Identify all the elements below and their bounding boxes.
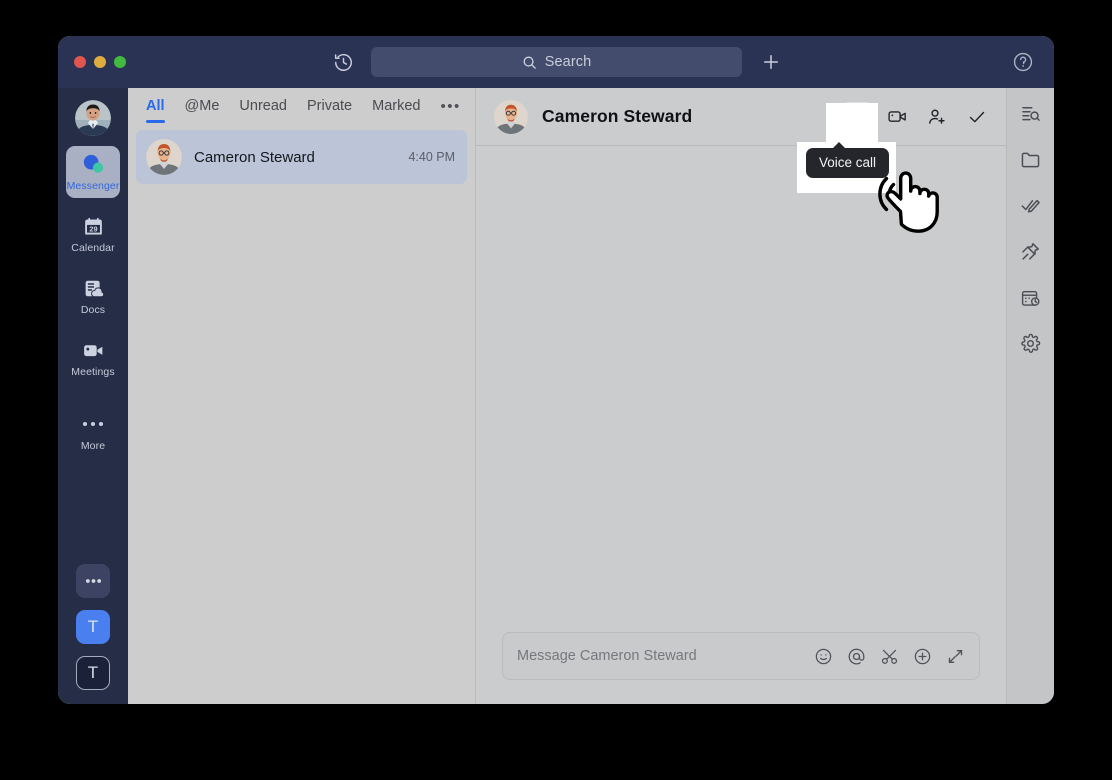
workspace-badge-label: T <box>87 617 99 636</box>
attach-more-button[interactable] <box>913 647 932 666</box>
tab-all[interactable]: All <box>146 98 165 123</box>
screenshot-button[interactable] <box>880 647 899 666</box>
window-body: Messenger 29 Calendar Docs Meetings More… <box>58 88 1054 704</box>
mention-button[interactable] <box>847 647 866 666</box>
app-window: Search Messenger 29 Calendar Docs Meetin… <box>58 36 1054 704</box>
tooltip-label: Voice call <box>819 155 877 170</box>
plus-icon[interactable] <box>758 49 784 75</box>
docs-icon <box>83 277 104 299</box>
list-item-title: Cameron Steward <box>194 148 315 166</box>
ellipsis-icon <box>81 413 105 435</box>
minimize-window-button[interactable] <box>94 56 106 68</box>
video-call-button[interactable] <box>882 102 912 132</box>
search-placeholder: Search <box>544 54 592 70</box>
mark-done-button[interactable] <box>962 102 992 132</box>
tasks-button[interactable] <box>1018 192 1044 218</box>
rail-bottom-group: T T <box>58 564 128 690</box>
left-nav-rail: Messenger 29 Calendar Docs Meetings More… <box>58 88 128 704</box>
schedule-button[interactable] <box>1018 284 1044 310</box>
clock-history-icon[interactable] <box>330 49 356 75</box>
workspace-badge-label: T <box>87 663 99 682</box>
search-messages-button[interactable] <box>1018 100 1044 126</box>
messenger-icon <box>81 153 105 175</box>
conversation-filter-tabs: All @Me Unread Private Marked ••• <box>128 88 475 126</box>
list-item[interactable]: Cameron Steward 4:40 PM <box>136 130 467 184</box>
page-title: Cameron Steward <box>542 106 693 126</box>
chat-header: Cameron Steward <box>476 88 1006 146</box>
settings-button[interactable] <box>1018 330 1044 356</box>
files-button[interactable] <box>1018 146 1044 172</box>
help-circle-icon[interactable] <box>1010 49 1036 75</box>
close-window-button[interactable] <box>74 56 86 68</box>
conversation-list-panel: All @Me Unread Private Marked ••• Camero… <box>128 88 476 704</box>
expand-composer-button[interactable] <box>946 647 965 666</box>
search-input[interactable]: Search <box>371 47 742 77</box>
sidebar-item-calendar[interactable]: 29 Calendar <box>66 208 120 260</box>
avatar[interactable] <box>75 100 111 136</box>
sidebar-item-label: Meetings <box>71 366 115 378</box>
message-input-placeholder: Message Cameron Steward <box>517 648 697 664</box>
tooltip-voice-call: Voice call <box>806 142 890 178</box>
tab-more[interactable]: ••• <box>440 98 460 124</box>
avatar <box>146 139 182 175</box>
sidebar-item-docs[interactable]: Docs <box>66 270 120 322</box>
composer-area: Message Cameron Steward <box>476 632 1006 704</box>
list-item-timestamp: 4:40 PM <box>408 150 455 164</box>
composer-toolbar <box>814 647 965 666</box>
tab-unread[interactable]: Unread <box>239 98 287 123</box>
tab-private[interactable]: Private <box>307 98 352 123</box>
sidebar-item-meetings[interactable]: Meetings <box>66 332 120 384</box>
pinned-button[interactable] <box>1018 238 1044 264</box>
sidebar-item-more[interactable]: More <box>66 406 120 458</box>
tab-marked[interactable]: Marked <box>372 98 420 123</box>
calendar-icon: 29 <box>83 215 104 237</box>
more-apps-button[interactable] <box>76 564 110 598</box>
workspace-badge-blue[interactable]: T <box>76 610 110 644</box>
right-tool-rail <box>1006 88 1054 704</box>
chat-panel: Cameron Steward Message Cameron Steward <box>476 88 1006 704</box>
workspace-badge-dark[interactable]: T <box>76 656 110 690</box>
titlebar: Search <box>58 36 1054 88</box>
svg-text:29: 29 <box>89 224 97 233</box>
sidebar-item-messenger[interactable]: Messenger <box>66 146 120 198</box>
avatar <box>494 99 528 134</box>
sidebar-item-label: More <box>80 440 106 452</box>
traffic-lights <box>74 56 126 68</box>
emoji-button[interactable] <box>814 647 833 666</box>
maximize-window-button[interactable] <box>114 56 126 68</box>
sidebar-item-label: Docs <box>80 304 106 316</box>
sidebar-item-label: Messenger <box>66 180 120 192</box>
video-camera-icon <box>82 339 105 361</box>
add-member-button[interactable] <box>922 102 952 132</box>
message-list <box>476 146 1006 632</box>
sidebar-item-label: Calendar <box>71 242 115 254</box>
tab-at-me[interactable]: @Me <box>185 98 220 123</box>
message-input[interactable]: Message Cameron Steward <box>502 632 980 680</box>
